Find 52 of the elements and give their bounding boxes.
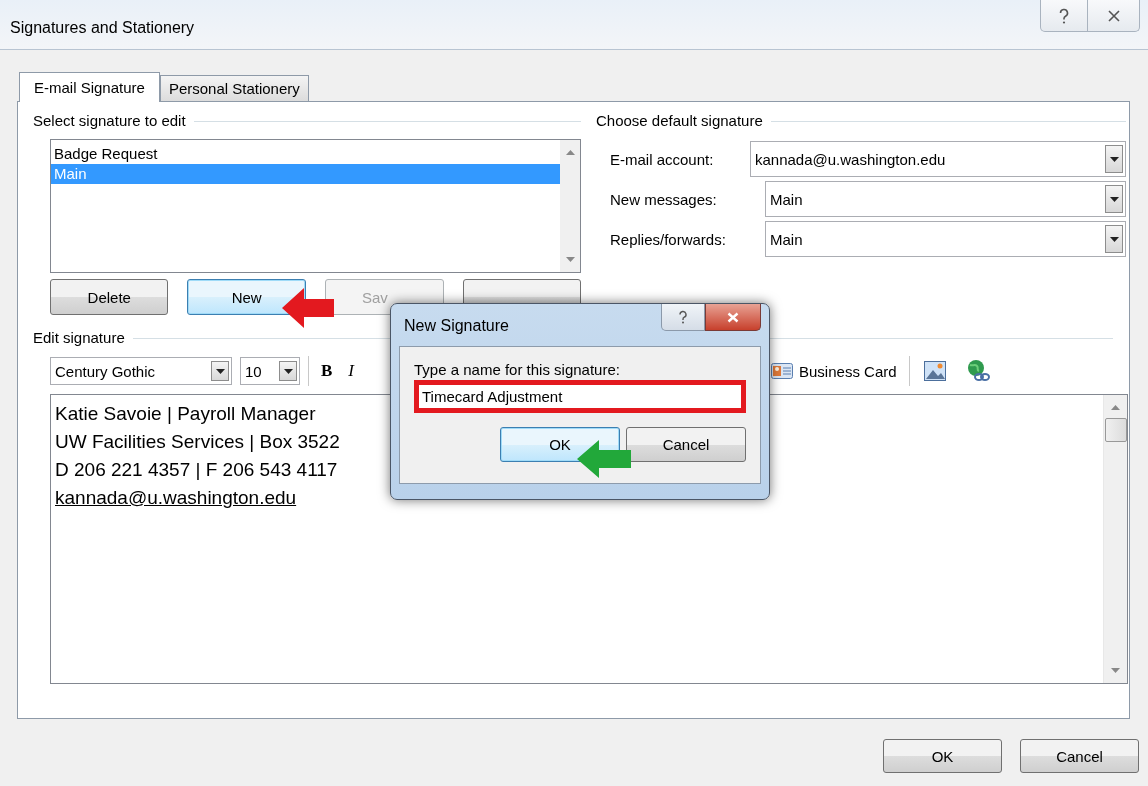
group-title: Choose default signature [596,112,763,129]
arrow-icon [282,288,334,328]
help-button[interactable] [1040,0,1088,32]
scrollbar[interactable] [1103,395,1127,683]
ok-button[interactable]: OK [883,739,1002,773]
button[interactable]: Delete [50,279,169,315]
cancel-button[interactable]: Cancel [1020,739,1139,773]
signature-text: Katie Savoie | Payroll Manager [55,402,316,426]
bold-button[interactable]: B [317,357,337,385]
group-title: Select signature to edit [33,112,186,129]
name-input-field[interactable]: Timecard Adjustment [414,380,746,413]
scroll-up-icon [1111,405,1120,410]
caret-icon [1109,156,1119,162]
close-icon [1107,9,1120,22]
dropdown[interactable]: 10 [240,357,300,385]
caret-icon [215,368,225,374]
dropdown[interactable]: kannada@u.washington.edu [750,141,1126,177]
button[interactable]: New [187,279,306,315]
group-title: Edit signature [33,329,125,346]
globe-link-icon [965,359,990,383]
field-label: New messages: [610,190,718,208]
dropdown[interactable]: Main [765,181,1126,217]
field-label: E-mail account: [610,150,715,168]
dropdown[interactable]: Century Gothic [50,357,232,385]
caret-icon [283,368,293,374]
help-icon [1058,7,1070,24]
caret-icon [1109,196,1119,202]
scroll-down-icon [1111,668,1120,673]
signature-list-item[interactable]: Badge Request [51,144,560,164]
signature-text: D 206 221 4357 | F 206 543 4117 [55,458,338,482]
scroll-down-icon [565,257,575,262]
close-button[interactable] [705,304,761,331]
arrow-icon [577,440,631,478]
email-link[interactable]: kannada@u.washington.edu [55,484,297,512]
dropdown[interactable]: Main [765,221,1126,257]
scrollbar[interactable] [560,140,580,272]
tab[interactable]: E-mail Signature [19,72,160,102]
field-label: Replies/forwards: [610,230,727,248]
card-icon [771,363,793,379]
close-icon [727,311,739,323]
window-title: Signatures and Stationery [10,19,195,37]
signature-text: UW Facilities Services | Box 3522 [55,430,340,454]
prompt-label: Type a name for this signature: [414,361,621,378]
scroll-thumb[interactable] [1104,418,1127,442]
italic-button[interactable]: I [344,357,358,385]
cancel-button[interactable]: Cancel [626,427,746,462]
help-icon [678,310,688,324]
caret-icon [1109,236,1119,242]
dialog-title: New Signature [404,317,509,336]
tab[interactable]: Personal Stationery [159,75,309,101]
scroll-up-icon [565,150,575,155]
picture-icon [923,361,946,381]
